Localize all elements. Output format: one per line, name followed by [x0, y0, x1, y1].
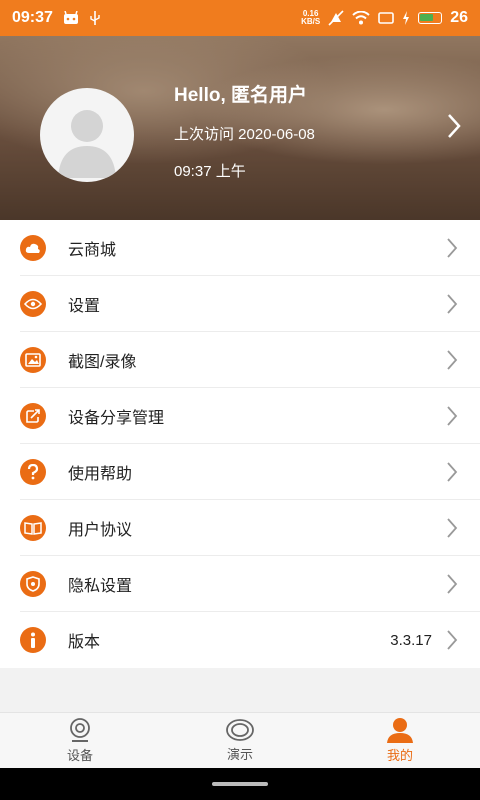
- menu-item-version[interactable]: 版本 3.3.17: [0, 612, 480, 668]
- menu-item-cloud-store[interactable]: 云商城: [0, 220, 480, 276]
- chevron-right-icon: [447, 238, 458, 258]
- menu-item-help[interactable]: 使用帮助: [0, 444, 480, 500]
- share-icon: [20, 403, 46, 429]
- chevron-right-icon: [447, 518, 458, 538]
- menu-label: 使用帮助: [68, 466, 133, 483]
- tab-label: 设备: [66, 748, 93, 763]
- chevron-right-icon[interactable]: [446, 112, 462, 140]
- home-indicator[interactable]: [212, 782, 268, 786]
- system-nav-bar: [0, 768, 480, 800]
- menu-item-device-sharing[interactable]: 设备分享管理: [0, 388, 480, 444]
- info-icon: [20, 627, 46, 653]
- notification-icon: [63, 11, 78, 24]
- usb-icon: [90, 11, 100, 25]
- menu-label: 设置: [68, 298, 101, 315]
- bottom-nav: 设备 演示 我的: [0, 712, 480, 768]
- chevron-right-icon: [447, 294, 458, 314]
- menu-label: 截图/录像: [68, 354, 137, 371]
- menu-item-user-agreement[interactable]: 用户协议: [0, 500, 480, 556]
- tab-label: 演示: [226, 747, 253, 762]
- chevron-right-icon: [447, 630, 458, 650]
- menu-item-privacy-settings[interactable]: 隐私设置: [0, 556, 480, 612]
- eye-icon: [20, 291, 46, 317]
- last-visit-date: 上次访问 2020-06-08: [174, 126, 315, 143]
- default-avatar-icon: [58, 110, 116, 178]
- version-number: 3.3.17: [390, 631, 432, 649]
- net-speed: 0.16 KB/S: [301, 9, 321, 26]
- tab-label: 我的: [386, 748, 413, 763]
- charging-icon: [403, 11, 410, 25]
- demo-icon: [226, 719, 254, 741]
- battery-level: 26: [450, 9, 468, 26]
- screen-icon: [378, 12, 395, 24]
- battery-icon: [418, 12, 443, 24]
- chevron-right-icon: [447, 406, 458, 426]
- question-icon: [20, 459, 46, 485]
- menu-label: 隐私设置: [68, 578, 133, 595]
- chevron-right-icon: [447, 574, 458, 594]
- menu-item-screenshots[interactable]: 截图/录像: [0, 332, 480, 388]
- last-visit-time: 09:37 上午: [174, 163, 246, 180]
- tab-mine[interactable]: 我的: [320, 713, 480, 768]
- person-icon: [387, 718, 413, 743]
- chevron-right-icon: [447, 350, 458, 370]
- mute-icon: [328, 10, 344, 26]
- cloud-icon: [20, 235, 46, 261]
- chevron-right-icon: [447, 462, 458, 482]
- menu-label: 设备分享管理: [68, 410, 165, 427]
- menu-label: 版本: [68, 634, 101, 651]
- camera-icon: [70, 718, 90, 742]
- status-time: 09:37: [12, 9, 53, 26]
- menu-item-settings[interactable]: 设置: [0, 276, 480, 332]
- menu-list: 云商城 设置 截图/录像 设备分享管理 使用帮助 用户协议 隐私设置 版本 3.…: [0, 220, 480, 668]
- wifi-icon: [352, 11, 370, 25]
- tab-devices[interactable]: 设备: [0, 713, 160, 768]
- menu-label: 云商城: [68, 242, 117, 259]
- status-bar: 09:37 0.16 KB/S 26: [0, 0, 480, 36]
- user-greeting: Hello, 匿名用户: [174, 85, 308, 106]
- profile-header[interactable]: Hello, 匿名用户 上次访问 2020-06-08 09:37 上午: [0, 36, 480, 220]
- book-icon: [20, 515, 46, 541]
- avatar[interactable]: [40, 88, 134, 182]
- shield-icon: [20, 571, 46, 597]
- tab-demo[interactable]: 演示: [160, 713, 320, 768]
- menu-label: 用户协议: [68, 522, 133, 539]
- image-icon: [20, 347, 46, 373]
